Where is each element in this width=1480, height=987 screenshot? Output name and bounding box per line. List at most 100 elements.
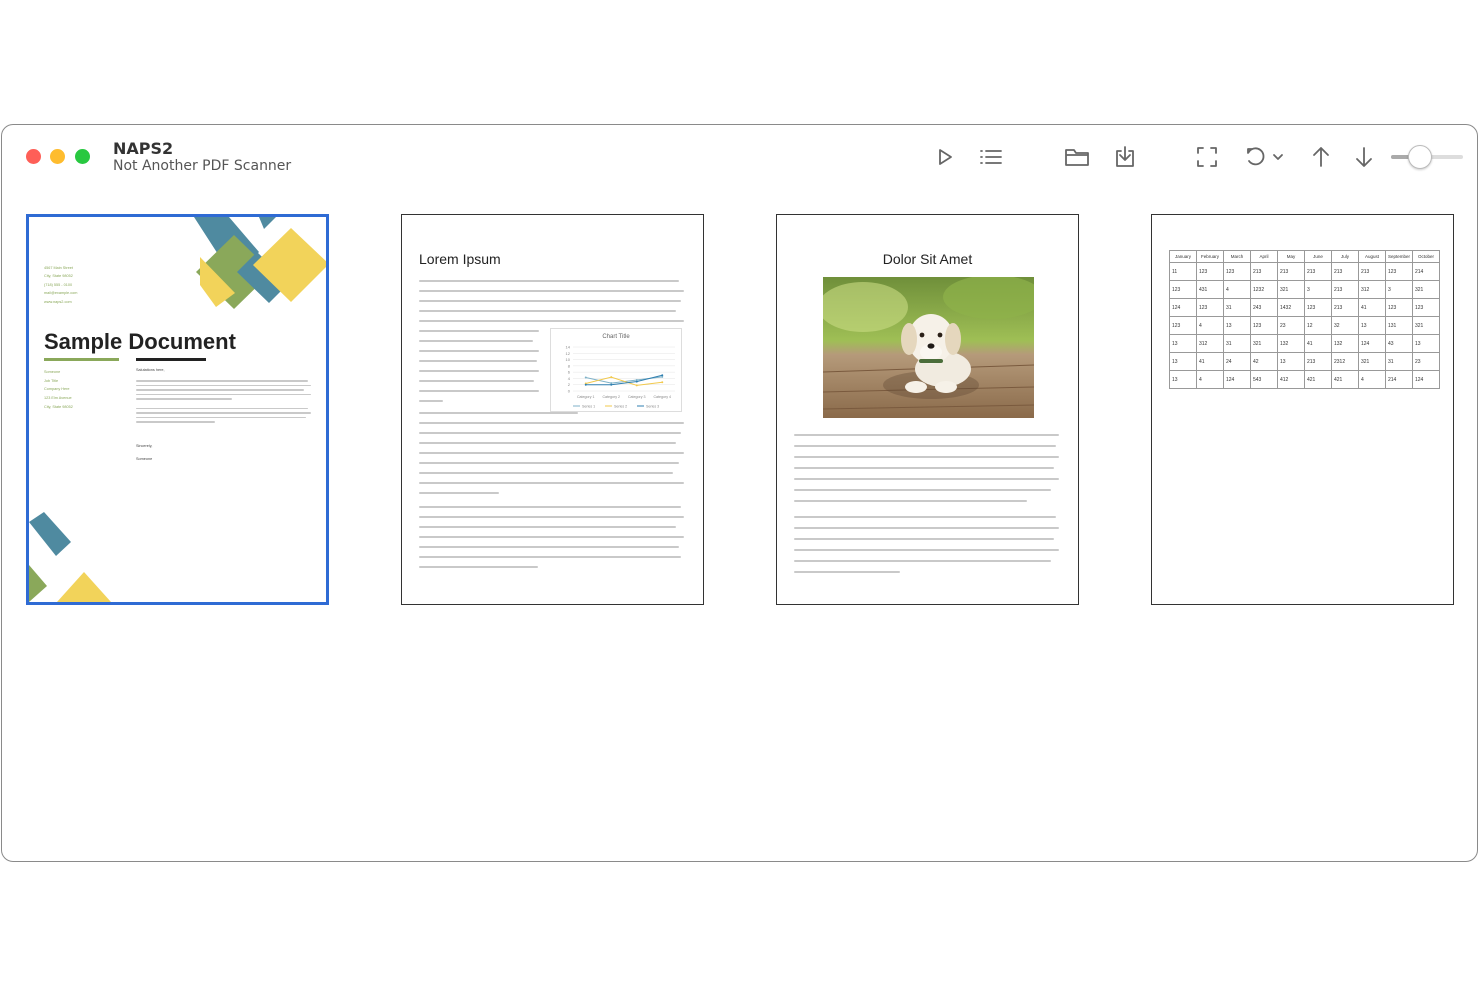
address-line: 4567 Main Street (44, 266, 73, 270)
table-cell: 123 (1169, 280, 1197, 299)
table-cell: 213 (1304, 352, 1332, 371)
page-thumbnail[interactable]: 4567 Main Street City, State 98052 (718)… (26, 214, 329, 605)
move-down-button[interactable] (1350, 143, 1378, 171)
table-cell: 41 (1358, 298, 1386, 317)
data-point (610, 383, 613, 386)
puppy-photo (823, 277, 1034, 418)
data-point (661, 374, 664, 377)
table-cell: 132 (1277, 334, 1305, 353)
table-cell: 23 (1412, 352, 1440, 371)
minimize-window-button[interactable] (50, 149, 65, 164)
close-window-button[interactable] (26, 149, 41, 164)
legend-label: Series 3 (646, 405, 659, 409)
table-cell: 214 (1412, 262, 1440, 281)
table-cell: 32 (1331, 316, 1359, 335)
x-tick-label: Category 1 (577, 395, 595, 399)
table-cell: 13 (1223, 316, 1251, 335)
x-tick-label: Category 4 (653, 395, 671, 399)
sidebar-line: Company Here (44, 387, 70, 392)
table-header-cell: February (1196, 250, 1224, 263)
profiles-button[interactable] (976, 143, 1006, 171)
table-header-cell: October (1412, 250, 1440, 263)
table-row: 124 123 31 243 1432 123 213 41 123 123 (1169, 298, 1440, 317)
table-cell: 13 (1277, 352, 1305, 371)
chevron-down-icon (1273, 154, 1283, 160)
table-cell: 213 (1331, 262, 1359, 281)
table-cell: 321 (1412, 280, 1440, 299)
body-text (419, 280, 684, 330)
table-cell: 412 (1277, 370, 1305, 389)
crop-button[interactable] (1192, 143, 1222, 171)
zoom-window-button[interactable] (75, 149, 90, 164)
table-cell: 13 (1169, 352, 1197, 371)
table-header-cell: August (1358, 250, 1386, 263)
table-cell: 124 (1358, 334, 1386, 353)
rotate-button[interactable] (1242, 143, 1270, 171)
divider-dark (136, 358, 206, 361)
signature: Someone (136, 457, 153, 461)
table-cell: 543 (1250, 370, 1278, 389)
y-tick-label: 12 (566, 351, 571, 356)
list-icon (980, 150, 1002, 164)
table-cell: 31 (1385, 352, 1413, 371)
data-point (635, 384, 638, 387)
y-tick-label: 8 (568, 363, 571, 368)
table-cell: 321 (1412, 316, 1440, 335)
sidebar-line: 123 Elm Avenue (44, 396, 72, 401)
table-cell: 13 (1169, 370, 1197, 389)
app-title: NAPS2 (113, 139, 174, 158)
table-cell: 4 (1196, 370, 1224, 389)
open-button[interactable] (1062, 143, 1092, 171)
address-line: mail@example.com (44, 291, 78, 296)
table-cell: 123 (1223, 262, 1251, 281)
table-cell: 421 (1331, 370, 1359, 389)
table-cell: 213 (1358, 262, 1386, 281)
page-heading: Lorem Ipsum (419, 251, 501, 267)
data-point (661, 381, 664, 384)
page-thumbnail[interactable]: Lorem Ipsum Chart Title 14 12 10 8 6 4 2 0 Categ… (401, 214, 704, 605)
zoom-slider-knob[interactable] (1408, 145, 1432, 169)
page-thumbnail[interactable]: January February March April May June July Augu… (1151, 214, 1454, 605)
body-text (419, 330, 539, 410)
data-point (610, 376, 613, 379)
table-cell: 421 (1304, 370, 1332, 389)
data-point (584, 383, 587, 386)
table-cell: 4 (1358, 370, 1386, 389)
save-button[interactable] (1110, 143, 1140, 171)
scan-button[interactable] (932, 143, 958, 171)
rotate-menu-button[interactable] (1270, 143, 1286, 171)
arrow-up-icon (1313, 147, 1329, 167)
page-heading: Dolor Sit Amet (882, 251, 973, 267)
table-row: 13 312 31 321 132 41 132 124 43 13 (1169, 334, 1440, 353)
data-table: January February March April May June July Augu… (1169, 250, 1440, 389)
table-header-cell: September (1385, 250, 1413, 263)
body-text (419, 412, 684, 576)
table-cell: 123 (1196, 262, 1224, 281)
app-window: NAPS2 Not Another PDF Scanner 4567 Main … (1, 124, 1478, 862)
table-cell: 321 (1358, 352, 1386, 371)
divider-green (44, 358, 119, 361)
table-cell: 12 (1304, 316, 1332, 335)
move-up-button[interactable] (1307, 143, 1335, 171)
page-thumbnail[interactable]: Dolor Sit Amet (776, 214, 1079, 605)
crop-icon (1197, 147, 1217, 167)
table-cell: 312 (1196, 334, 1224, 353)
table-cell: 431 (1196, 280, 1224, 299)
table-header-cell: July (1331, 250, 1359, 263)
table-header-cell: April (1250, 250, 1278, 263)
y-tick-label: 10 (566, 357, 571, 362)
table-cell: 13 (1412, 334, 1440, 353)
table-cell: 2312 (1331, 352, 1359, 371)
data-point (584, 376, 587, 379)
table-cell: 31 (1223, 334, 1251, 353)
table-row: January February March April May June July Augu… (1169, 250, 1440, 263)
table-header-cell: June (1304, 250, 1332, 263)
table-cell: 321 (1250, 334, 1278, 353)
data-point (635, 380, 638, 383)
address-line: www.naps2.com (44, 299, 72, 304)
table-cell: 124 (1412, 370, 1440, 389)
table-cell: 213 (1304, 262, 1332, 281)
table-cell: 13 (1169, 334, 1197, 353)
table-cell: 213 (1331, 280, 1359, 299)
sidebar-line: Someone (44, 370, 61, 374)
